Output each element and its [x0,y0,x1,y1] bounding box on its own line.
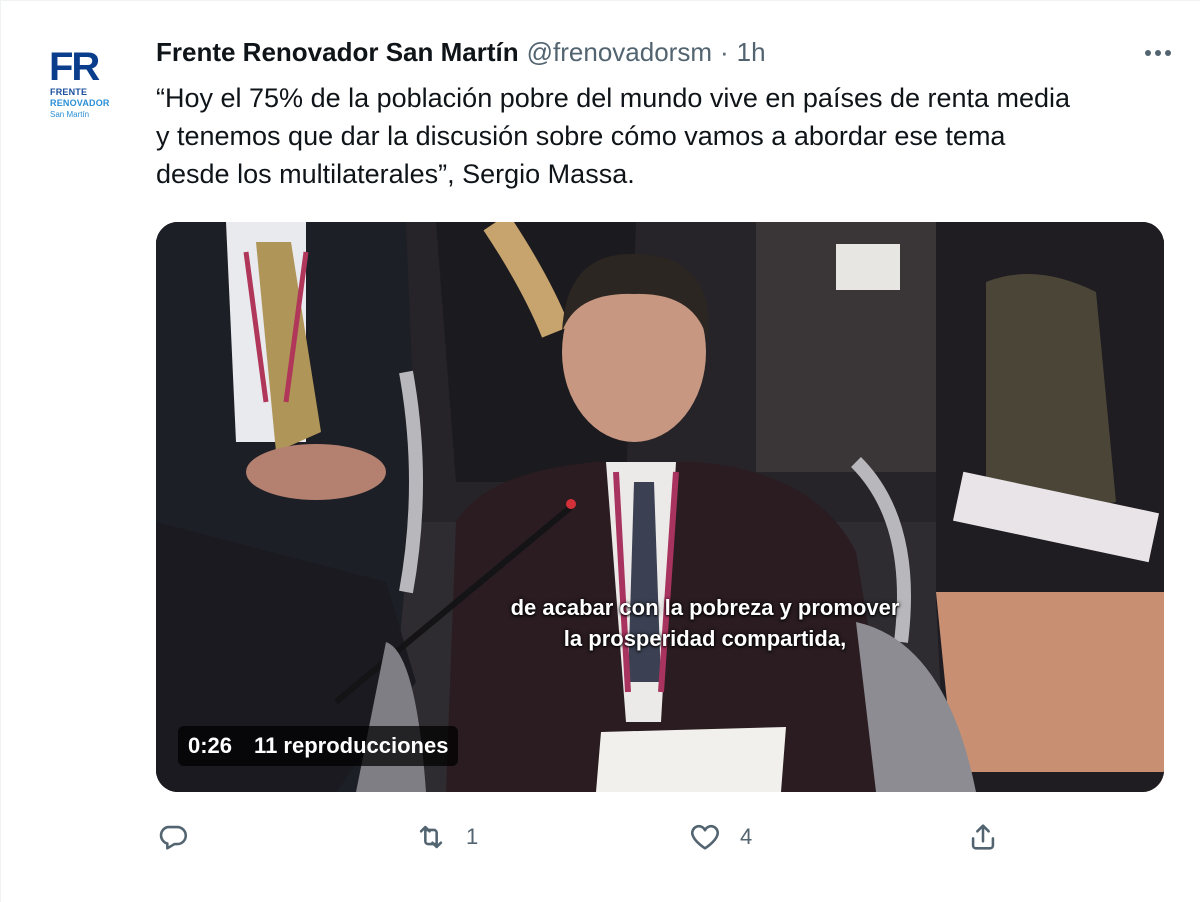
avatar[interactable]: FR FRENTE RENOVADOR San Martín [41,41,121,125]
avatar-logo: FR [49,45,100,89]
tweet-header: Frente Renovador San Martín @frenovadors… [156,35,1160,69]
avatar-line-2: RENOVADOR [50,98,110,108]
retweet-count: 1 [466,824,479,849]
like-button[interactable]: 4 [688,817,752,857]
tweet-card[interactable]: FR FRENTE RENOVADOR San Martín Frente Re… [0,0,1200,902]
video-duration: 0:26 [188,733,233,758]
reply-icon [159,825,187,850]
more-horizontal-icon[interactable] [1138,41,1178,65]
video-view-count: 11 reproducciones [254,733,449,758]
author-name[interactable]: Frente Renovador San Martín [156,37,519,68]
tweet-timestamp[interactable]: 1h [737,37,766,68]
avatar-line-1: FRENTE [50,87,88,97]
video-subtitle-line-1: de acabar con la pobreza y promover [510,595,900,620]
share-icon [971,824,995,850]
video-player[interactable]: de acabar con la pobreza y promover la p… [156,222,1164,792]
like-count: 4 [740,824,753,849]
video-frame [156,222,1164,792]
tweet-actions: 1 4 [156,817,1006,857]
avatar-line-3: San Martín [50,110,90,119]
retweet-icon [419,825,443,849]
heart-icon [691,824,719,850]
video-subtitle-line-2: la prosperidad compartida, [563,626,847,651]
reply-button[interactable] [156,817,190,857]
video-info-badge: 0:26 11 reproducciones [178,726,459,766]
tweet-text: “Hoy el 75% de la población pobre del mu… [156,83,1071,189]
separator-dot: · [719,36,729,67]
video-subtitle: de acabar con la pobreza y promover la p… [156,592,1164,654]
author-handle[interactable]: @frenovadorsm [527,37,712,68]
retweet-button[interactable]: 1 [414,817,478,857]
share-button[interactable] [966,817,1000,857]
